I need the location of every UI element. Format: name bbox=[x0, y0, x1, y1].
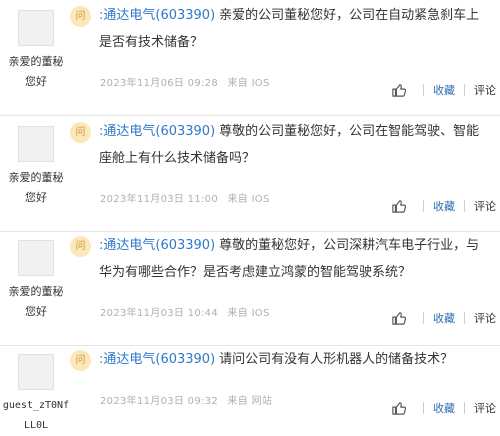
avatar[interactable] bbox=[18, 354, 54, 390]
comment-link[interactable]: 评论 bbox=[474, 310, 496, 326]
action-divider bbox=[464, 402, 465, 414]
comment-link[interactable]: 评论 bbox=[474, 82, 496, 98]
username[interactable]: guest_zT0Nf LL0L bbox=[0, 396, 72, 436]
question-badge: 问 bbox=[70, 236, 91, 257]
question-date: 2023年11月06日 09:28 bbox=[100, 78, 218, 89]
username-line1[interactable]: 亲爱的董秘 bbox=[0, 52, 72, 72]
question-meta: 2023年11月03日 09:32 来自 网站 bbox=[100, 392, 272, 407]
qa-list: 亲爱的董秘 您好 问 :通达电气(603390) 亲爱的公司董秘您好，公司在自动紧… bbox=[0, 0, 500, 436]
avatar[interactable] bbox=[18, 240, 54, 276]
company-link[interactable]: :通达电气(603390) bbox=[99, 8, 215, 23]
username-line2[interactable]: 您好 bbox=[0, 188, 72, 208]
question-date: 2023年11月03日 10:44 bbox=[100, 308, 218, 319]
favorite-link[interactable]: 收藏 bbox=[433, 198, 455, 214]
action-bar: 收藏 评论 bbox=[392, 82, 496, 98]
thumbs-up-icon[interactable] bbox=[392, 83, 406, 97]
action-bar: 收藏 评论 bbox=[392, 198, 496, 214]
avatar[interactable] bbox=[18, 126, 54, 162]
question-meta: 2023年11月06日 09:28 来自 IOS bbox=[100, 74, 270, 89]
action-divider bbox=[464, 84, 465, 96]
thumbs-up-icon[interactable] bbox=[392, 311, 406, 325]
favorite-link[interactable]: 收藏 bbox=[433, 310, 455, 326]
question-date: 2023年11月03日 11:00 bbox=[100, 194, 218, 205]
question-badge: 问 bbox=[70, 6, 91, 27]
action-divider bbox=[423, 312, 424, 324]
question-badge: 问 bbox=[70, 350, 91, 371]
username-line2[interactable]: 您好 bbox=[0, 302, 72, 322]
question-source: 来自 IOS bbox=[227, 194, 270, 205]
question-source: 来自 IOS bbox=[227, 308, 270, 319]
thumbs-up-icon[interactable] bbox=[392, 401, 406, 415]
action-bar: 收藏 评论 bbox=[392, 400, 496, 416]
username-line1[interactable]: guest_zT0Nf bbox=[0, 396, 72, 416]
username-line2[interactable]: 您好 bbox=[0, 72, 72, 92]
action-divider bbox=[423, 84, 424, 96]
username-line1[interactable]: 亲爱的董秘 bbox=[0, 282, 72, 302]
username[interactable]: 亲爱的董秘 您好 bbox=[0, 52, 72, 92]
qa-item: 亲爱的董秘 您好 问 :通达电气(603390) 亲爱的公司董秘您好，公司在自动紧… bbox=[0, 0, 500, 116]
question-text: :通达电气(603390) 亲爱的公司董秘您好，公司在自动紧急刹车上是否有技术储备… bbox=[99, 2, 485, 56]
question-source: 来自 IOS bbox=[227, 78, 270, 89]
favorite-link[interactable]: 收藏 bbox=[433, 400, 455, 416]
username-line1[interactable]: 亲爱的董秘 bbox=[0, 168, 72, 188]
question-text: :通达电气(603390) 请问公司有没有人形机器人的储备技术？ bbox=[99, 346, 485, 373]
question-text: :通达电气(603390) 尊敬的公司董秘您好，公司在智能驾驶、智能座舱上有什么技… bbox=[99, 118, 485, 172]
company-link[interactable]: :通达电气(603390) bbox=[99, 124, 215, 139]
question-meta: 2023年11月03日 10:44 来自 IOS bbox=[100, 304, 270, 319]
qa-item: 亲爱的董秘 您好 问 :通达电气(603390) 尊敬的董秘您好，公司深耕汽车电子… bbox=[0, 230, 500, 346]
qa-item: 亲爱的董秘 您好 问 :通达电气(603390) 尊敬的公司董秘您好，公司在智能驾… bbox=[0, 116, 500, 232]
username-line2[interactable]: LL0L bbox=[0, 416, 72, 436]
username[interactable]: 亲爱的董秘 您好 bbox=[0, 168, 72, 208]
question-date: 2023年11月03日 09:32 bbox=[100, 396, 218, 407]
qa-item: guest_zT0Nf LL0L 问 :通达电气(603390) 请问公司有没有人… bbox=[0, 344, 500, 434]
question-body: 请问公司有没有人形机器人的储备技术？ bbox=[219, 352, 454, 367]
comment-link[interactable]: 评论 bbox=[474, 198, 496, 214]
action-divider bbox=[464, 312, 465, 324]
company-link[interactable]: :通达电气(603390) bbox=[99, 352, 215, 367]
question-badge: 问 bbox=[70, 122, 91, 143]
favorite-link[interactable]: 收藏 bbox=[433, 82, 455, 98]
question-meta: 2023年11月03日 11:00 来自 IOS bbox=[100, 190, 270, 205]
comment-link[interactable]: 评论 bbox=[474, 400, 496, 416]
action-divider bbox=[464, 200, 465, 212]
question-text: :通达电气(603390) 尊敬的董秘您好，公司深耕汽车电子行业，与华为有哪些合作… bbox=[99, 232, 485, 286]
action-bar: 收藏 评论 bbox=[392, 310, 496, 326]
action-divider bbox=[423, 402, 424, 414]
thumbs-up-icon[interactable] bbox=[392, 199, 406, 213]
company-link[interactable]: :通达电气(603390) bbox=[99, 238, 215, 253]
question-source: 来自 网站 bbox=[227, 396, 273, 407]
avatar[interactable] bbox=[18, 10, 54, 46]
username[interactable]: 亲爱的董秘 您好 bbox=[0, 282, 72, 322]
action-divider bbox=[423, 200, 424, 212]
